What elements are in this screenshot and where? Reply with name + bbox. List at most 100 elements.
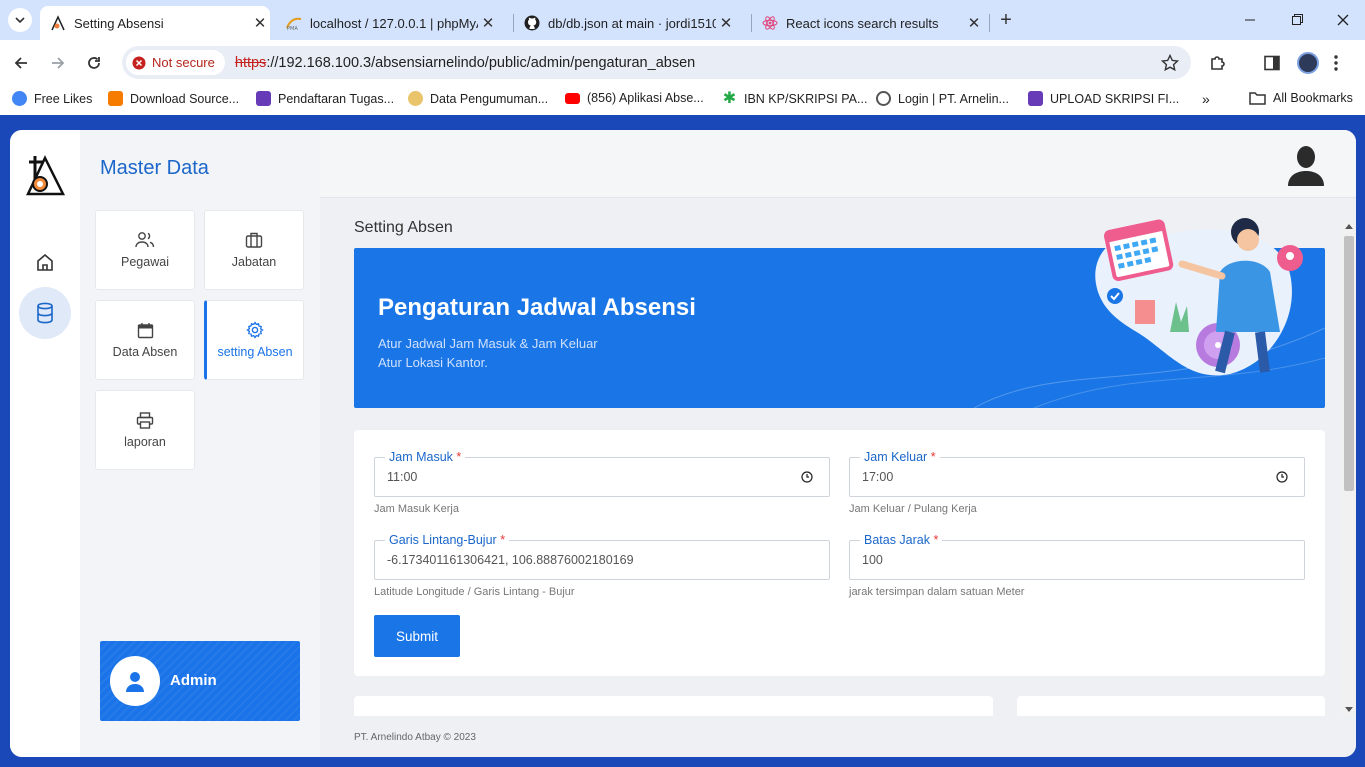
- menu-setting-absen[interactable]: setting Absen: [204, 300, 304, 380]
- close-tab-icon[interactable]: ✕: [716, 14, 736, 32]
- close-window-button[interactable]: [1331, 10, 1355, 30]
- close-tab-icon[interactable]: ✕: [250, 14, 270, 32]
- close-tab-icon[interactable]: ✕: [478, 14, 498, 32]
- tab-title: localhost / 127.0.0.1 | phpMyAd: [310, 15, 478, 31]
- scrollbar[interactable]: [1342, 222, 1356, 716]
- extensions-icon[interactable]: [1209, 53, 1228, 72]
- menu-data-absen[interactable]: Data Absen: [95, 300, 195, 380]
- scroll-down-arrow[interactable]: [1345, 707, 1353, 712]
- restore-button[interactable]: [1285, 10, 1309, 30]
- menu-label: Pegawai: [121, 255, 169, 269]
- close-tab-icon[interactable]: ✕: [964, 14, 984, 32]
- field-help: Latitude Longitude / Garis Lintang - Buj…: [374, 586, 575, 598]
- tab-github[interactable]: db/db.json at main · jordi15101 ✕: [514, 6, 746, 40]
- more-menu-icon[interactable]: [1333, 53, 1339, 73]
- url-scheme: https: [234, 54, 267, 71]
- bookmark-item[interactable]: Data Pengumuman...: [408, 91, 548, 106]
- menu-laporan[interactable]: laporan: [95, 390, 195, 470]
- clock-icon[interactable]: [801, 471, 813, 483]
- bookmark-item[interactable]: Download Source...: [108, 91, 239, 106]
- sidebar-title: Master Data: [100, 157, 209, 179]
- browser-tab-strip: Setting Absensi ✕ PMA localhost / 127.0.…: [0, 0, 1365, 40]
- scroll-thumb[interactable]: [1344, 236, 1354, 491]
- menu-jabatan[interactable]: Jabatan: [204, 210, 304, 290]
- forms-icon: [1028, 91, 1043, 106]
- printer-icon: [136, 411, 154, 429]
- jam-masuk-input[interactable]: Jam Masuk * 11:00: [374, 449, 830, 497]
- star-icon[interactable]: [1161, 54, 1179, 72]
- emoji-icon: [408, 91, 423, 106]
- forward-icon[interactable]: [49, 54, 67, 72]
- url-path: ://192.168.100.3/absensiarnelindo/public…: [266, 54, 696, 71]
- bookmark-item[interactable]: (856) Aplikasi Abse...: [565, 91, 704, 105]
- more-bookmarks-button[interactable]: »: [1202, 91, 1210, 107]
- tab-separator: [989, 14, 990, 32]
- footer: PT. Arnelindo Atbay © 2023: [354, 732, 476, 743]
- bookmark-label: Download Source...: [130, 91, 240, 106]
- bookmark-label: Login | PT. Arnelin...: [898, 91, 1009, 106]
- jam-keluar-input[interactable]: Jam Keluar * 17:00: [849, 449, 1305, 497]
- forms-icon: [256, 91, 271, 106]
- batas-jarak-input[interactable]: Batas Jarak * 100: [849, 532, 1305, 580]
- svg-text:PMA: PMA: [287, 26, 298, 31]
- folder-icon: [1249, 92, 1266, 105]
- home-icon: [37, 253, 53, 271]
- security-chip[interactable]: Not secure: [126, 50, 225, 75]
- minimize-icon: [1245, 19, 1255, 21]
- side-panel-icon[interactable]: [1263, 54, 1281, 72]
- new-tab-button[interactable]: +: [992, 6, 1020, 34]
- field-help: Jam Masuk Kerja: [374, 503, 459, 515]
- icon-rail: [10, 130, 80, 757]
- tab-title: React icons search results: [786, 15, 939, 31]
- bookmark-item[interactable]: Login | PT. Arnelin...: [876, 91, 1009, 106]
- bookmark-label: Data Pengumuman...: [430, 91, 549, 106]
- gear-icon: [246, 321, 264, 339]
- bookmark-item[interactable]: Pendaftaran Tugas...: [256, 91, 394, 106]
- hero-illustration: [1095, 218, 1303, 376]
- tab-title: db/db.json at main · jordi15101: [548, 15, 716, 31]
- bookmarks-bar: Free Likes Download Source... Pendaftara…: [0, 85, 1365, 115]
- profile-avatar-icon[interactable]: [1286, 144, 1326, 186]
- asterisk-icon: ✱: [722, 90, 737, 107]
- field-help: jarak tersimpan dalam satuan Meter: [849, 586, 1025, 598]
- github-icon: [524, 15, 540, 31]
- minimize-button[interactable]: [1238, 10, 1262, 30]
- field-value: 100: [862, 553, 883, 567]
- browser-toolbar: Not secure https://192.168.100.3/absensi…: [0, 40, 1365, 85]
- address-bar[interactable]: Not secure https://192.168.100.3/absensi…: [122, 46, 1191, 79]
- user-card[interactable]: Admin: [100, 641, 300, 721]
- profile-avatar[interactable]: [1297, 52, 1319, 74]
- bookmark-item[interactable]: ✱ IBN KP/SKRIPSI PA...: [722, 90, 868, 107]
- submit-button[interactable]: Submit: [374, 615, 460, 657]
- url-text[interactable]: https://192.168.100.3/absensiarnelindo/p…: [235, 55, 695, 71]
- blogger-icon: [108, 91, 123, 106]
- tab-setting-absensi[interactable]: Setting Absensi ✕: [40, 6, 270, 40]
- youtube-icon: [565, 92, 580, 104]
- tab-react-icons[interactable]: React icons search results ✕: [752, 6, 984, 40]
- scroll-up-arrow[interactable]: [1345, 224, 1353, 229]
- warning-icon: [132, 56, 146, 69]
- bookmark-label: IBN KP/SKRIPSI PA...: [744, 91, 868, 106]
- all-bookmarks-button[interactable]: All Bookmarks: [1249, 91, 1353, 105]
- tab-phpmyadmin[interactable]: PMA localhost / 127.0.0.1 | phpMyAd ✕: [276, 6, 506, 40]
- field-value: -6.173401161306421, 106.88876002180169: [387, 553, 634, 567]
- menu-pegawai[interactable]: Pegawai: [95, 210, 195, 290]
- database-nav-button[interactable]: [19, 287, 71, 339]
- back-icon[interactable]: [12, 54, 30, 72]
- page-heading: Setting Absen: [354, 219, 453, 236]
- field-label: Jam Keluar *: [860, 449, 940, 465]
- tab-search-button[interactable]: [8, 8, 32, 32]
- bookmark-item[interactable]: UPLOAD SKRIPSI FI...: [1028, 91, 1179, 106]
- plus-icon: +: [1000, 8, 1012, 31]
- reload-icon[interactable]: [85, 54, 103, 72]
- field-label: Batas Jarak *: [860, 532, 943, 548]
- close-icon: [1337, 14, 1349, 26]
- user-icon: [126, 672, 144, 692]
- lokasi-input[interactable]: Garis Lintang-Bujur * -6.173401161306421…: [374, 532, 830, 580]
- clock-icon[interactable]: [1276, 471, 1288, 483]
- app-logo[interactable]: [25, 152, 67, 196]
- bookmark-item[interactable]: Free Likes: [12, 91, 92, 106]
- top-header: [320, 130, 1356, 198]
- home-nav-button[interactable]: [19, 236, 71, 288]
- calendar-icon: [137, 322, 153, 338]
